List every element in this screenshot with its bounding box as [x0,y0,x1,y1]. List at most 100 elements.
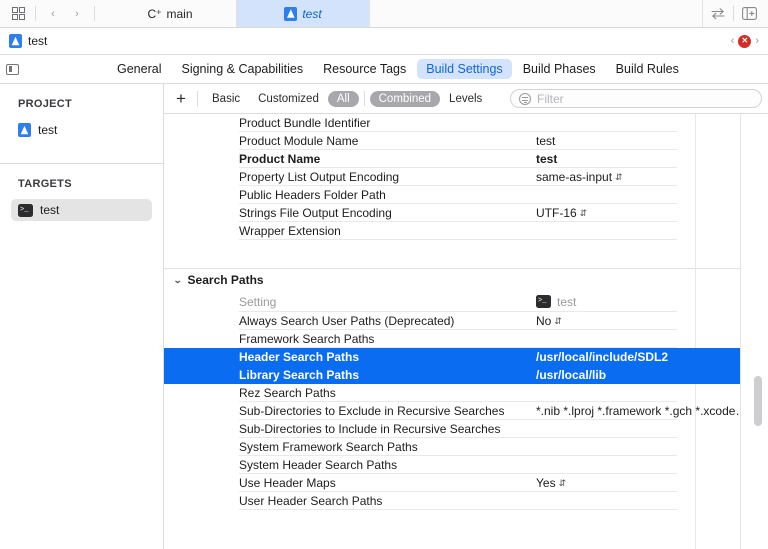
previous-issue-icon[interactable]: ‹ [731,35,735,47]
build-settings-table: Product Bundle Identifier Product Module… [164,114,768,510]
tab-general[interactable]: General [108,59,170,79]
table-row[interactable]: Product Bundle Identifier [164,114,768,132]
filter-all-button[interactable]: All [328,91,359,107]
setting-value[interactable]: /usr/local/include/SDL2 [536,350,768,364]
divider [94,6,95,21]
setting-value-text: Yes [536,476,556,490]
add-setting-button[interactable]: + [170,88,192,110]
table-row[interactable]: Product Name test [164,150,768,168]
terminal-target-icon: >_ [536,295,551,308]
table-row[interactable]: Use Header Maps Yes⇵ [164,474,768,492]
table-row[interactable]: Strings File Output Encoding UTF-16⇵ [164,204,768,222]
project-targets-sidebar: PROJECT test TARGETS >_ test [0,84,164,549]
table-row[interactable]: System Framework Search Paths [164,438,768,456]
table-row[interactable]: Public Headers Folder Path [164,186,768,204]
divider [733,6,734,21]
filter-placeholder: Filter [537,92,564,106]
sidebar-item-target-test[interactable]: >_ test [11,199,152,221]
breadcrumb[interactable]: test [9,34,47,48]
error-badge-icon[interactable]: ✕ [738,35,751,48]
setting-name: User Header Search Paths [239,494,536,508]
tab-build-rules[interactable]: Build Rules [607,59,688,79]
table-row[interactable]: Framework Search Paths [164,330,768,348]
tab-signing-capabilities[interactable]: Signing & Capabilities [172,59,312,79]
build-settings-toolbar: + Basic Customized All Combined Levels F… [164,84,768,114]
editor-tab-main-label: main [166,7,192,21]
table-column-header: Setting >_ test [164,291,768,312]
setting-name: Framework Search Paths [239,332,536,346]
table-row[interactable]: User Header Search Paths [164,492,768,510]
c-file-icon: C⁺ [147,7,161,21]
navigator-toggle-button[interactable] [0,64,25,75]
table-row[interactable]: Rez Search Paths [164,384,768,402]
divider [35,6,36,21]
table-right-gutter [740,114,768,549]
table-row[interactable]: Product Module Name test [164,132,768,150]
table-row[interactable]: Wrapper Extension [164,222,768,240]
column-header-setting: Setting [239,295,536,309]
setting-value[interactable]: /usr/local/lib [536,368,768,382]
setting-name: Sub-Directories to Include in Recursive … [239,422,536,436]
setting-value[interactable]: Yes⇵ [536,476,768,490]
back-chevron-icon[interactable]: ‹ [43,4,63,24]
setting-value-text: UTF-16 [536,206,577,220]
row-divider [239,239,677,240]
tab-resource-tags[interactable]: Resource Tags [314,59,415,79]
sidebar-divider [0,163,163,164]
table-row[interactable]: System Header Search Paths [164,456,768,474]
filter-combined-button[interactable]: Combined [370,91,440,107]
add-editor-icon[interactable] [739,4,759,24]
sidebar-item-target-test-label: test [40,203,59,217]
setting-value[interactable]: test [536,134,768,148]
setting-name: Product Name [239,152,536,166]
xcode-project-icon [284,7,297,21]
column-header-target: >_ test [536,295,576,309]
editor-tab-test-label: test [302,7,321,21]
table-row-library-search-paths[interactable]: Library Search Paths /usr/local/lib [164,366,768,384]
sidebar-item-project-test-label: test [38,123,57,137]
filter-customized-button[interactable]: Customized [249,91,328,107]
stepper-icon[interactable]: ⇵ [615,172,623,183]
table-row[interactable]: Sub-Directories to Include in Recursive … [164,420,768,438]
grid-icon[interactable] [8,4,28,24]
setting-value[interactable]: No⇵ [536,314,768,328]
vertical-scrollbar[interactable] [754,376,762,426]
sidebar-item-project-test[interactable]: test [11,119,152,141]
setting-value[interactable]: *.nib *.lproj *.framework *.gch *.xcode… [536,404,768,418]
table-row[interactable]: Sub-Directories to Exclude in Recursive … [164,402,768,420]
stepper-icon[interactable]: ⇵ [580,208,588,219]
editor-tab-test[interactable]: test [237,0,370,27]
setting-name: System Framework Search Paths [239,440,536,454]
setting-name: Product Module Name [239,134,536,148]
search-field[interactable]: Filter [510,89,762,108]
table-row-header-search-paths[interactable]: Header Search Paths /usr/local/include/S… [164,348,768,366]
table-row[interactable]: Always Search User Paths (Deprecated) No… [164,312,768,330]
tab-build-settings[interactable]: Build Settings [417,59,511,79]
tab-build-phases[interactable]: Build Phases [514,59,605,79]
row-divider [239,509,677,510]
build-settings-table-scroll[interactable]: Product Bundle Identifier Product Module… [164,114,768,549]
stepper-icon[interactable]: ⇵ [559,478,567,489]
xcode-window: ‹ › C⁺ main test [0,0,768,549]
setting-name: Rez Search Paths [239,386,536,400]
next-issue-icon[interactable]: › [755,35,759,47]
forward-chevron-icon[interactable]: › [67,4,87,24]
table-row[interactable]: Property List Output Encoding same-as-in… [164,168,768,186]
build-settings-pane: + Basic Customized All Combined Levels F… [164,84,768,549]
project-editor-tab-list: General Signing & Capabilities Resource … [108,59,688,79]
setting-name: Product Bundle Identifier [239,116,536,130]
filter-levels-button[interactable]: Levels [440,91,491,107]
chevron-down-icon[interactable]: ⌄ [173,275,182,286]
editor-tab-main[interactable]: C⁺ main [104,0,237,27]
sidebar-section-targets: TARGETS [0,178,163,190]
jump-bar: test ‹ ✕ › [0,28,768,55]
divider [197,91,198,106]
setting-value[interactable]: same-as-input⇵ [536,170,768,184]
setting-name: Library Search Paths [239,368,536,382]
group-header-search-paths[interactable]: ⌄ Search Paths [164,269,768,291]
setting-value[interactable]: UTF-16⇵ [536,206,768,220]
filter-basic-button[interactable]: Basic [203,91,249,107]
swap-editors-icon[interactable] [708,4,728,24]
setting-value[interactable]: test [536,152,768,166]
stepper-icon[interactable]: ⇵ [554,316,562,327]
